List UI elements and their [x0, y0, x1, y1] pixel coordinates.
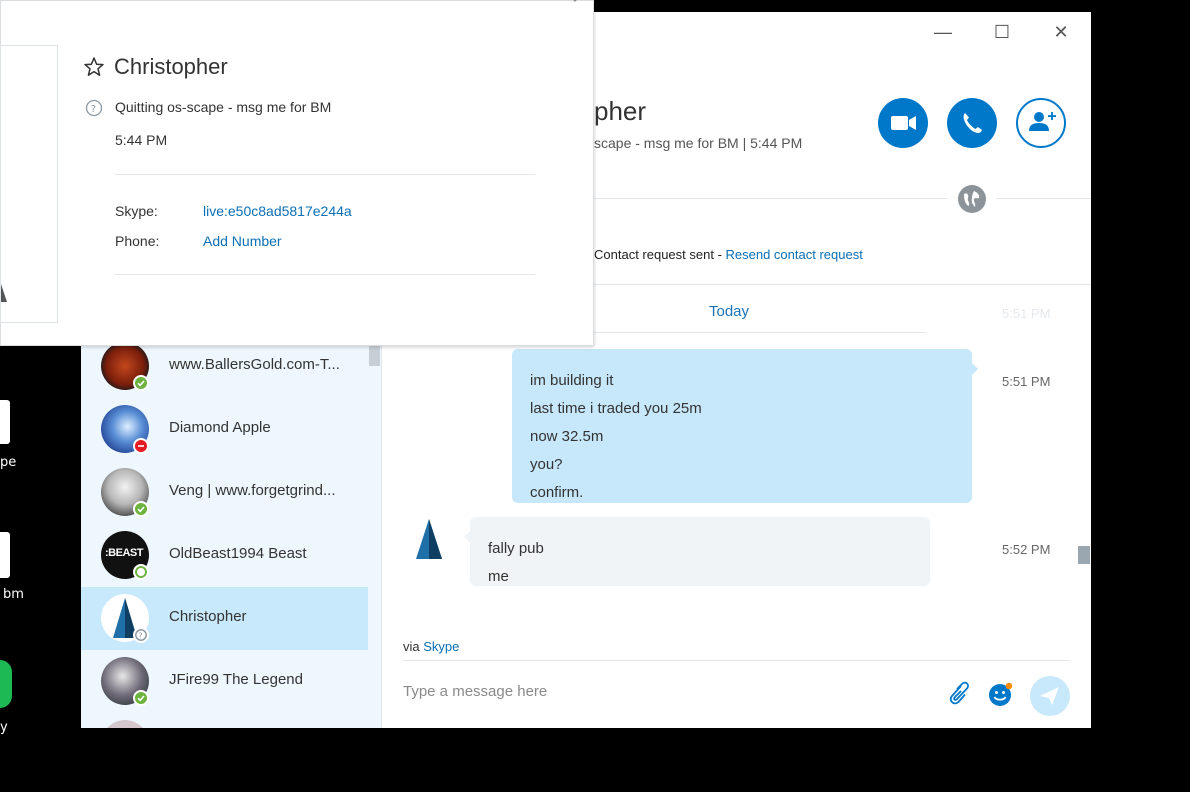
emoticon-icon[interactable] — [987, 681, 1015, 714]
desktop-icon-1[interactable] — [0, 400, 10, 444]
profile-local-time: 5:44 PM — [115, 132, 168, 148]
contact-name: Christopher — [169, 608, 247, 625]
avatar — [101, 720, 149, 728]
profile-picture — [0, 45, 58, 323]
message-text: im building it — [530, 372, 614, 389]
favorite-star-icon[interactable] — [83, 56, 105, 83]
sender-avatar — [412, 517, 446, 566]
contact-name: Diamond Apple — [169, 419, 271, 436]
messages-top-divider — [594, 284, 1091, 285]
svg-text:?: ? — [91, 104, 96, 115]
message-timestamp: 5:52 PM — [1002, 542, 1051, 557]
popup-divider-1 — [115, 174, 535, 175]
desktop-icon-2[interactable] — [0, 532, 10, 578]
via-prefix: via — [403, 639, 424, 654]
online-status-icon — [133, 690, 149, 706]
contact-row-jfire99[interactable]: JFire99 The Legend — [81, 650, 368, 713]
contact-request-status: Contact request sent - Resend contact re… — [594, 247, 863, 262]
today-divider-line — [594, 332, 926, 333]
via-skype-link[interactable]: Skype — [423, 639, 459, 654]
conversation-title: pher — [594, 96, 647, 126]
contact-name: www.BallersGold.com-T... — [169, 356, 340, 373]
globe-icon — [957, 184, 987, 219]
audio-call-button[interactable] — [947, 98, 997, 148]
message-input[interactable]: Type a message here — [403, 683, 547, 700]
contact-row-oldbeast[interactable]: :BEAST OldBeast1994 Beast — [81, 524, 368, 587]
profile-name: Christopher — [114, 54, 228, 79]
outgoing-message-bubble[interactable]: im building it last time i traded you 25… — [512, 349, 978, 503]
chat-scrollbar-thumb[interactable] — [1078, 546, 1090, 564]
message-text: now 32.5m — [530, 428, 604, 445]
desktop-icon-3-label: y — [0, 720, 8, 735]
message-text: fally pub — [488, 540, 544, 557]
message-text: me — [488, 568, 509, 585]
contact-list-scrollbar[interactable] — [369, 346, 380, 366]
contact-row-diamond-apple[interactable]: Diamond Apple — [81, 398, 368, 461]
compose-divider — [403, 660, 1070, 661]
bubble-pointer — [970, 361, 978, 377]
video-call-button[interactable] — [878, 98, 928, 148]
contact-name: OldBeast1994 Beast — [169, 545, 307, 562]
video-camera-icon — [891, 116, 916, 130]
bubble-pointer — [464, 529, 472, 545]
faded-timestamp: 5:51 PM — [1002, 306, 1051, 321]
do-not-disturb-status-icon — [133, 438, 149, 454]
header-divider-right — [996, 198, 1091, 199]
conversation-subtitle: scape - msg me for BM | 5:44 PM — [594, 135, 803, 151]
message-text: last time i traded you 25m — [530, 400, 702, 417]
svg-text:?: ? — [138, 632, 142, 641]
contact-row-partial[interactable] — [81, 713, 368, 728]
send-button[interactable] — [1030, 676, 1070, 716]
contact-row-christopher[interactable]: ? Christopher — [81, 587, 368, 650]
unknown-status-icon: ? — [133, 627, 149, 643]
desktop-app-icon[interactable] — [0, 660, 12, 708]
popup-divider-2 — [115, 274, 535, 275]
desktop-icon-1-label: pe — [0, 455, 17, 470]
online-status-icon — [133, 375, 149, 391]
add-person-icon — [1029, 112, 1056, 131]
contact-name: Veng | www.forgetgrind... — [169, 482, 336, 499]
profile-mood-message: Quitting os-scape - msg me for BM — [115, 99, 332, 115]
message-text: confirm. — [530, 484, 584, 501]
contact-name: JFire99 The Legend — [169, 671, 303, 688]
incoming-message-bubble[interactable]: fally pub me — [464, 517, 930, 586]
contact-profile-popup: Christopher ? Quitting os-scape - msg me… — [0, 0, 594, 346]
header-divider-left — [594, 198, 947, 199]
skype-id-label: Skype: — [115, 203, 158, 219]
resend-request-link[interactable]: Resend contact request — [726, 247, 863, 262]
close-popup-icon[interactable] — [567, 0, 583, 9]
mood-info-icon: ? — [85, 99, 103, 122]
phone-icon — [963, 113, 982, 133]
phone-label: Phone: — [115, 233, 160, 249]
offline-status-icon — [133, 564, 149, 580]
day-divider-label: Today — [709, 303, 750, 320]
message-text: you? — [530, 456, 563, 473]
contact-row-veng[interactable]: Veng | www.forgetgrind... — [81, 461, 368, 524]
desktop-icon-2-label: bm — [3, 587, 24, 602]
via-label: via Skype — [403, 639, 459, 654]
online-status-icon — [133, 501, 149, 517]
send-icon — [1040, 687, 1059, 705]
add-contact-button[interactable] — [1016, 98, 1066, 148]
message-timestamp: 5:51 PM — [1002, 374, 1051, 389]
contact-request-text: Contact request sent - — [594, 247, 726, 262]
add-number-link[interactable]: Add Number — [203, 233, 282, 249]
skype-id-value[interactable]: live:e50c8ad5817e244a — [203, 203, 352, 219]
attach-file-icon[interactable] — [944, 680, 970, 713]
